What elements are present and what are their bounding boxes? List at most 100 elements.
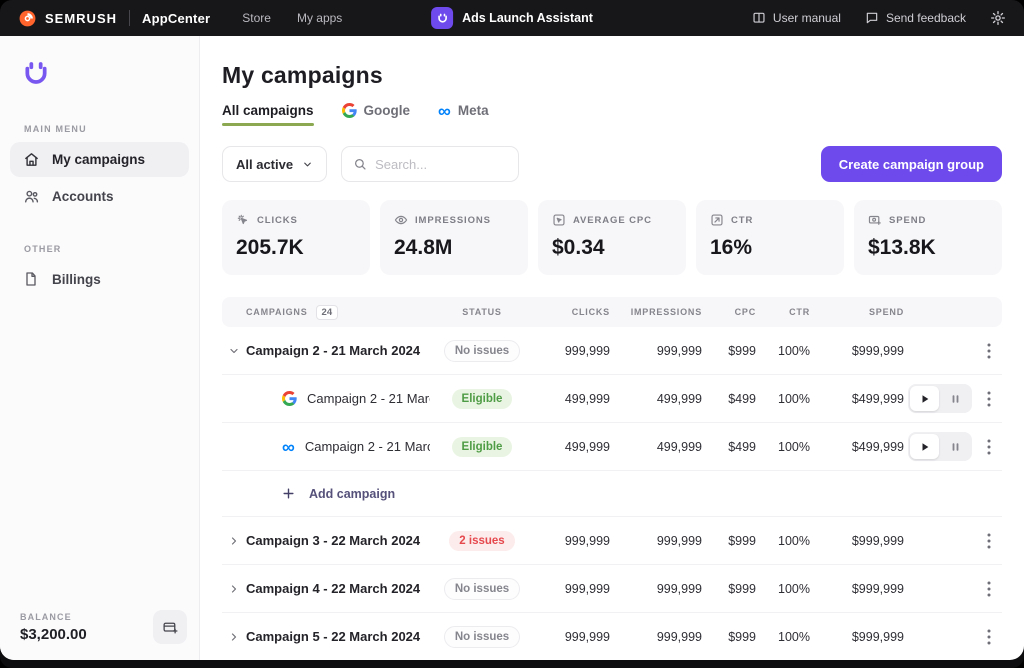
- add-campaign-button[interactable]: Add campaign: [222, 471, 1002, 517]
- clicks-value: 999,999: [534, 582, 610, 596]
- pause-button[interactable]: [941, 434, 970, 459]
- ctr-value: 100%: [756, 392, 810, 406]
- sidebar: MAIN MENU My campaigns Accounts OTHER Bi…: [0, 36, 200, 660]
- add-funds-button[interactable]: [153, 610, 187, 644]
- create-campaign-group-button[interactable]: Create campaign group: [821, 146, 1002, 182]
- status-badge: No issues: [444, 340, 520, 362]
- table-row[interactable]: Campaign 5 - 22 March 2024 No issues 999…: [222, 613, 1002, 660]
- table-row[interactable]: Campaign 4 - 22 March 2024 No issues 999…: [222, 565, 1002, 613]
- page-title: My campaigns: [222, 62, 1002, 89]
- status-badge: No issues: [444, 626, 520, 648]
- col-status: STATUS: [430, 307, 534, 317]
- stat-card-clicks: CLICKS 205.7K: [222, 200, 370, 275]
- chevron-down-icon[interactable]: [222, 345, 246, 357]
- impressions-value: 499,999: [610, 392, 702, 406]
- spend-value: $999,999: [810, 534, 904, 548]
- spend-value: $999,999: [810, 344, 904, 358]
- clicks-value: 999,999: [534, 630, 610, 644]
- cpc-value: $999: [702, 630, 756, 644]
- sidebar-item-my-campaigns[interactable]: My campaigns: [10, 142, 189, 177]
- kebab-menu-icon[interactable]: [976, 343, 1002, 359]
- product-name: AppCenter: [142, 11, 210, 26]
- table-row[interactable]: Campaign 2 - 21 March 2024 Eligible 499,…: [222, 375, 1002, 423]
- search-input[interactable]: [375, 157, 507, 172]
- chevron-right-icon[interactable]: [222, 631, 246, 643]
- search-icon: [353, 157, 367, 171]
- campaign-name: Campaign 5 - 22 March 2024: [246, 629, 430, 644]
- stat-card-impressions: IMPRESSIONS 24.8M: [380, 200, 528, 275]
- balance-block: BALANCE $3,200.00: [20, 610, 187, 644]
- campaign-name: Campaign 4 - 22 March 2024: [246, 581, 430, 596]
- app-title: Ads Launch Assistant: [462, 11, 593, 25]
- col-spend: SPEND: [810, 307, 904, 317]
- stats-row: CLICKS 205.7K IMPRESSIONS 24.8M AVERAGE …: [222, 200, 1002, 275]
- impressions-value: 999,999: [610, 534, 702, 548]
- col-ctr: CTR: [756, 307, 810, 317]
- send-feedback-link[interactable]: Send feedback: [865, 11, 966, 25]
- ctr-icon: [710, 213, 724, 227]
- kebab-menu-icon[interactable]: [976, 533, 1002, 549]
- impressions-value: 499,999: [610, 440, 702, 454]
- play-button[interactable]: [910, 386, 939, 411]
- status-filter-value: All active: [236, 157, 293, 172]
- spend-value: $499,999: [810, 440, 904, 454]
- kebab-menu-icon[interactable]: [976, 439, 1002, 455]
- balance-label: BALANCE: [20, 612, 87, 622]
- play-button[interactable]: [910, 434, 939, 459]
- balance-value: $3,200.00: [20, 626, 87, 643]
- ctr-value: 100%: [756, 440, 810, 454]
- table-row[interactable]: Campaign 2 - 21 March 2024 No issues 999…: [222, 327, 1002, 375]
- tab-meta[interactable]: ∞ Meta: [438, 103, 489, 126]
- kebab-menu-icon[interactable]: [976, 391, 1002, 407]
- home-icon: [22, 151, 40, 168]
- tab-label: All campaigns: [222, 103, 314, 118]
- nav-store[interactable]: Store: [242, 11, 271, 25]
- col-cpc: CPC: [702, 307, 756, 317]
- topbar-nav: Store My apps: [242, 11, 342, 25]
- col-campaigns: CAMPAIGNS: [246, 307, 308, 317]
- status-badge: No issues: [444, 578, 520, 600]
- smiley-logo-icon: [20, 58, 199, 90]
- ctr-value: 100%: [756, 582, 810, 596]
- user-manual-link[interactable]: User manual: [752, 11, 841, 25]
- tab-all-campaigns[interactable]: All campaigns: [222, 103, 314, 126]
- current-app: Ads Launch Assistant: [431, 0, 593, 36]
- impressions-value: 999,999: [610, 344, 702, 358]
- section-other: OTHER: [24, 244, 199, 254]
- main-content: My campaigns All campaigns Google ∞ Meta: [200, 36, 1024, 660]
- ctr-value: 100%: [756, 534, 810, 548]
- sidebar-item-accounts[interactable]: Accounts: [10, 179, 189, 214]
- status-filter-select[interactable]: All active: [222, 146, 327, 182]
- tab-google[interactable]: Google: [342, 103, 411, 126]
- nav-my-apps[interactable]: My apps: [297, 11, 342, 25]
- topbar: SEMRUSH AppCenter Store My apps Ads Laun…: [0, 0, 1024, 36]
- semrush-logo-icon: [18, 9, 37, 28]
- spend-value: $499,999: [810, 392, 904, 406]
- stat-card-average-cpc: AVERAGE CPC $0.34: [538, 200, 686, 275]
- clicks-value: 499,999: [534, 392, 610, 406]
- gear-icon[interactable]: [990, 10, 1006, 26]
- kebab-menu-icon[interactable]: [976, 629, 1002, 645]
- campaigns-table: CAMPAIGNS 24 STATUS CLICKS IMPRESSIONS C…: [222, 297, 1002, 660]
- sidebar-item-label: Accounts: [52, 189, 114, 204]
- user-manual-label: User manual: [773, 11, 841, 25]
- chevron-right-icon[interactable]: [222, 583, 246, 595]
- clicks-value: 999,999: [534, 534, 610, 548]
- table-row[interactable]: Campaign 3 - 22 March 2024 2 issues 999,…: [222, 517, 1002, 565]
- chevron-right-icon[interactable]: [222, 535, 246, 547]
- cpc-value: $999: [702, 344, 756, 358]
- campaigns-count-badge: 24: [316, 305, 339, 320]
- app-body: MAIN MENU My campaigns Accounts OTHER Bi…: [0, 36, 1024, 660]
- tab-label: Google: [364, 103, 411, 118]
- kebab-menu-icon[interactable]: [976, 581, 1002, 597]
- sidebar-item-billings[interactable]: Billings: [10, 262, 189, 296]
- ctr-value: 100%: [756, 344, 810, 358]
- table-row[interactable]: ∞ Campaign 2 - 21 March 2024 Eligible 49…: [222, 423, 1002, 471]
- section-main-menu: MAIN MENU: [24, 124, 199, 134]
- semrush-brand[interactable]: SEMRUSH AppCenter: [18, 9, 210, 28]
- cpc-value: $499: [702, 440, 756, 454]
- pause-button[interactable]: [941, 386, 970, 411]
- stat-value: $0.34: [552, 236, 672, 260]
- meta-icon: ∞: [438, 105, 451, 117]
- stat-value: 16%: [710, 236, 830, 260]
